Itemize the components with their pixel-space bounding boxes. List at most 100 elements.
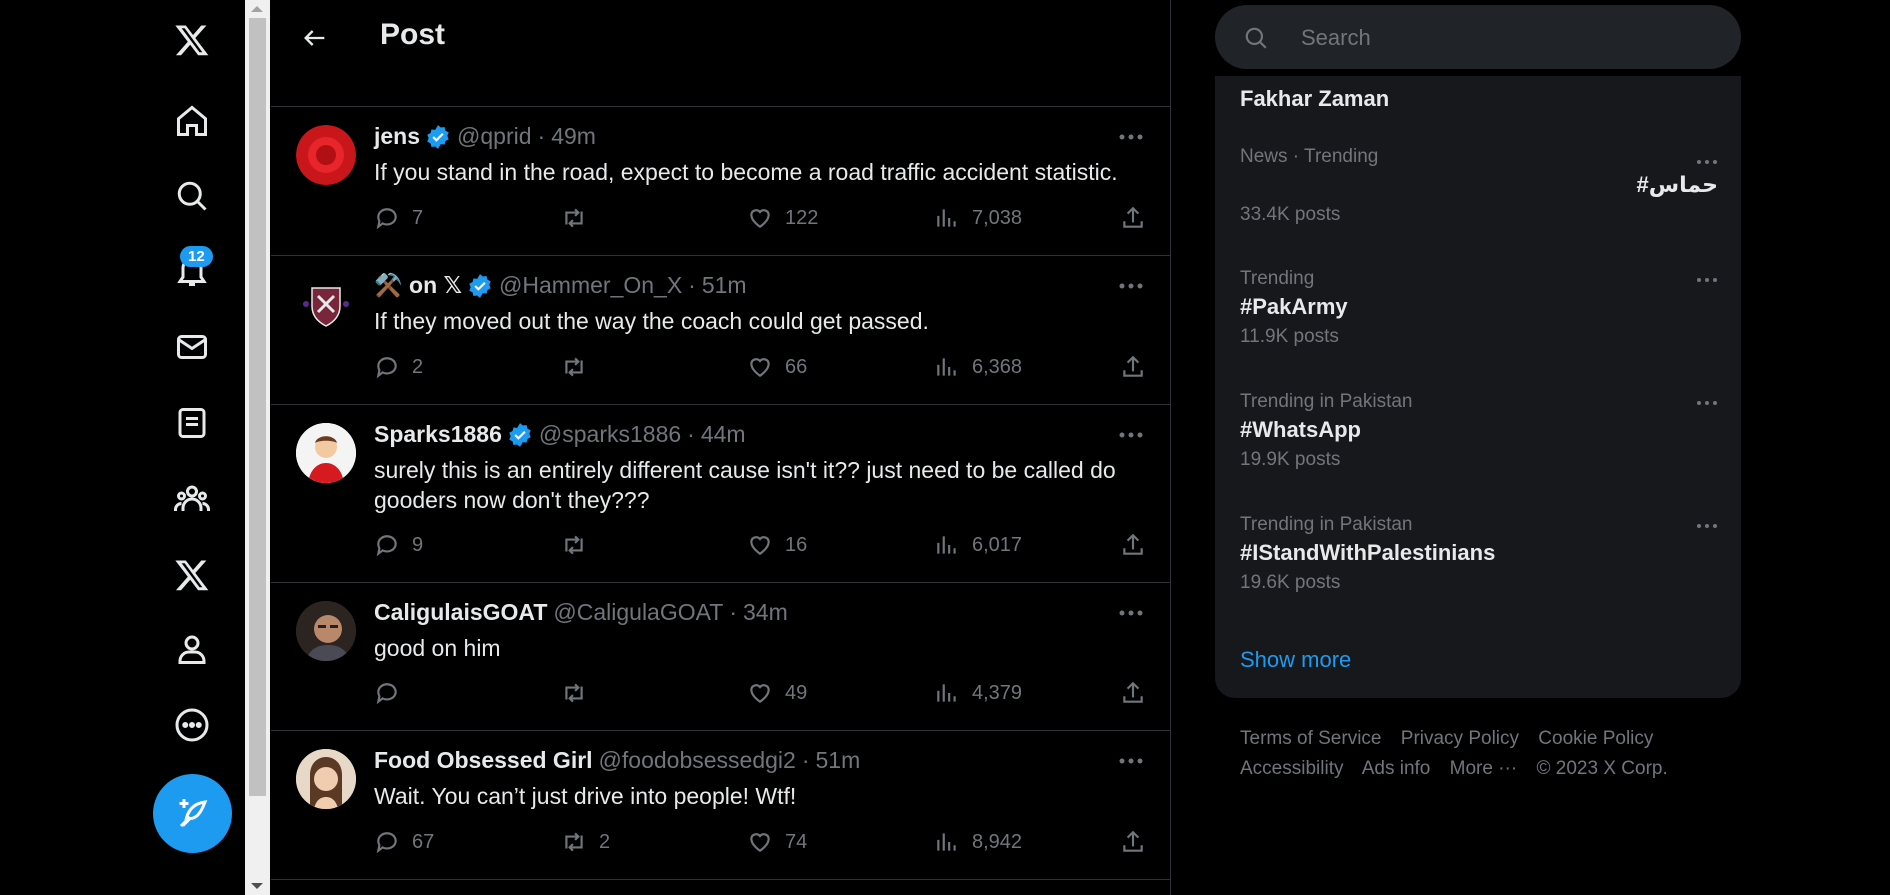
like-count: 122 <box>785 206 819 229</box>
reply-button[interactable]: 67 <box>374 829 434 855</box>
more-dots-icon[interactable] <box>1116 125 1146 149</box>
more-dots-icon[interactable] <box>1694 152 1720 172</box>
author-name[interactable]: CaligulaisGOAT <box>374 599 547 626</box>
author-handle[interactable]: @CaligulaGOAT <box>553 599 723 626</box>
back-button[interactable] <box>295 18 335 58</box>
heart-icon <box>750 536 770 555</box>
reply-button[interactable]: 7 <box>374 205 423 231</box>
share-icon <box>1123 533 1143 555</box>
trend-meta: Trending <box>1240 268 1315 289</box>
author-handle[interactable]: @foodobsessedgi2 <box>599 747 796 774</box>
views-button[interactable]: 7,038 <box>934 205 1022 231</box>
scrollbar[interactable] <box>245 0 270 895</box>
scroll-down-arrow-icon[interactable] <box>251 883 263 889</box>
scroll-up-arrow-icon[interactable] <box>251 6 263 12</box>
trend-item[interactable]: Trending in Pakistan #WhatsApp 19.9K pos… <box>1240 391 1720 471</box>
feather-plus-icon <box>179 798 207 827</box>
like-button[interactable]: 16 <box>747 532 807 558</box>
author-handle[interactable]: @sparks1886 <box>539 421 681 448</box>
more-options-icon[interactable] <box>170 703 214 747</box>
share-icon <box>1123 681 1143 703</box>
tweet[interactable]: Sparks1886 @sparks1886 · 44m surely this… <box>271 405 1170 583</box>
more-link[interactable]: More ··· <box>1450 758 1518 779</box>
accessibility-link[interactable]: Accessibility <box>1240 758 1343 779</box>
lists-icon[interactable] <box>170 401 214 445</box>
share-button[interactable] <box>1120 532 1158 558</box>
search-input[interactable]: Search <box>1301 25 1371 51</box>
retweet-count: 2 <box>599 830 611 853</box>
tweet[interactable]: Food Obsessed Girl @foodobsessedgi2 · 51… <box>271 731 1170 880</box>
avatar[interactable] <box>296 601 356 661</box>
heart-icon <box>750 358 770 377</box>
more-dots-icon[interactable] <box>1116 423 1146 447</box>
reply-button[interactable] <box>374 680 412 706</box>
more-dots-icon[interactable] <box>1694 270 1720 290</box>
x-logo-icon[interactable] <box>170 18 214 62</box>
more-dots-icon[interactable] <box>1116 749 1146 773</box>
more-dots-icon[interactable] <box>1694 393 1720 413</box>
home-icon[interactable] <box>170 99 214 143</box>
trend-item[interactable]: Trending in Pakistan #IStandWithPalestin… <box>1240 514 1720 594</box>
search-icon[interactable] <box>170 174 214 218</box>
timestamp[interactable]: 34m <box>743 599 788 626</box>
messages-mail-icon[interactable] <box>170 325 214 369</box>
avatar[interactable] <box>296 749 356 809</box>
avatar[interactable] <box>296 125 356 185</box>
views-button[interactable]: 4,379 <box>934 680 1022 706</box>
retweet-button[interactable] <box>561 680 599 706</box>
search-box[interactable]: Search <box>1215 5 1741 69</box>
views-button[interactable]: 8,942 <box>934 829 1022 855</box>
ads-info-link[interactable]: Ads info <box>1362 758 1431 779</box>
trend-post-count: 33.4K posts <box>1240 204 1341 225</box>
communities-icon[interactable] <box>170 477 214 521</box>
like-button[interactable]: 122 <box>747 205 818 231</box>
trends-panel: Fakhar Zaman News · Trending #حماس 33.4K… <box>1215 76 1741 698</box>
views-chart-icon <box>937 833 956 851</box>
reply-button[interactable]: 9 <box>374 532 423 558</box>
author-name[interactable]: ⚒️ on 𝕏 <box>374 272 462 299</box>
retweet-button[interactable] <box>561 532 599 558</box>
like-button[interactable]: 66 <box>747 354 807 380</box>
more-dots-icon[interactable] <box>1116 601 1146 625</box>
more-dots-icon[interactable] <box>1116 274 1146 298</box>
share-button[interactable] <box>1120 829 1158 855</box>
premium-x-icon[interactable] <box>170 553 214 597</box>
avatar[interactable] <box>296 274 356 334</box>
compose-post-button[interactable] <box>153 774 232 853</box>
author-handle[interactable]: @qprid <box>457 123 532 150</box>
views-button[interactable]: 6,017 <box>934 532 1022 558</box>
retweet-button[interactable]: 2 <box>561 829 610 855</box>
timestamp[interactable]: 49m <box>551 123 596 150</box>
reply-button[interactable]: 2 <box>374 354 423 380</box>
trend-item-partial[interactable]: Fakhar Zaman <box>1240 82 1720 112</box>
share-button[interactable] <box>1120 205 1158 231</box>
tweet[interactable]: ⚒️ on 𝕏 @Hammer_On_X · 51m If they moved… <box>271 256 1170 405</box>
author-name[interactable]: Sparks1886 <box>374 421 502 448</box>
trend-item[interactable]: Trending #PakArmy 11.9K posts <box>1240 268 1720 348</box>
share-button[interactable] <box>1120 354 1158 380</box>
avatar[interactable] <box>296 423 356 483</box>
like-button[interactable]: 74 <box>747 829 807 855</box>
share-button[interactable] <box>1120 680 1158 706</box>
more-dots-icon[interactable] <box>1694 516 1720 536</box>
views-button[interactable]: 6,368 <box>934 354 1022 380</box>
privacy-link[interactable]: Privacy Policy <box>1401 728 1519 749</box>
author-name[interactable]: Food Obsessed Girl <box>374 747 593 774</box>
timestamp[interactable]: 51m <box>702 272 747 299</box>
terms-link[interactable]: Terms of Service <box>1240 728 1381 749</box>
like-button[interactable]: 49 <box>747 680 807 706</box>
trend-item[interactable]: News · Trending #حماس 33.4K posts <box>1240 146 1720 256</box>
profile-icon[interactable] <box>170 627 214 671</box>
timestamp[interactable]: 51m <box>815 747 860 774</box>
tweet[interactable]: jens @qprid · 49m If you stand in the ro… <box>271 107 1170 256</box>
retweet-button[interactable] <box>561 354 599 380</box>
author-name[interactable]: jens <box>374 123 420 150</box>
reply-icon <box>376 357 397 379</box>
show-more-link[interactable]: Show more <box>1240 647 1351 673</box>
tweet[interactable]: CaligulaisGOAT @CaligulaGOAT · 34m good … <box>271 583 1170 731</box>
cookie-link[interactable]: Cookie Policy <box>1538 728 1653 749</box>
retweet-button[interactable] <box>561 205 599 231</box>
author-handle[interactable]: @Hammer_On_X <box>499 272 682 299</box>
timestamp[interactable]: 44m <box>701 421 746 448</box>
scrollbar-thumb[interactable] <box>249 18 266 796</box>
